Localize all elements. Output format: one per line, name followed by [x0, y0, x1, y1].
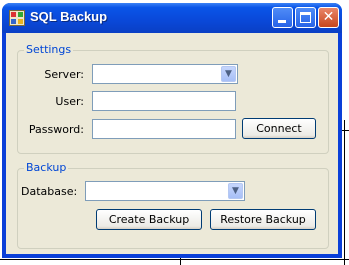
maximize-button[interactable] — [295, 7, 316, 28]
backup-group-title: Backup — [24, 161, 69, 174]
restore-backup-button[interactable]: Restore Backup — [210, 209, 316, 230]
database-combobox[interactable]: ▼ — [85, 181, 245, 201]
user-label: User: — [55, 95, 84, 108]
database-app-icon[interactable] — [9, 10, 25, 26]
create-backup-label: Create Backup — [108, 213, 190, 226]
close-button[interactable]: ✕ — [318, 7, 339, 28]
connect-button-label: Connect — [256, 122, 302, 135]
background-line — [344, 120, 345, 265]
chevron-down-icon: ▼ — [225, 69, 232, 79]
server-label: Server: — [44, 68, 84, 81]
create-backup-button[interactable]: Create Backup — [96, 209, 202, 230]
background-line — [0, 259, 349, 260]
password-input[interactable] — [92, 119, 236, 139]
title-bar[interactable]: SQL Backup ✕ — [2, 3, 342, 33]
minimize-button[interactable] — [272, 7, 293, 28]
user-input[interactable] — [92, 91, 236, 111]
app-window: SQL Backup ✕ Settings Server: ▼ User: Pa… — [2, 3, 342, 258]
password-label: Password: — [28, 123, 84, 136]
maximize-icon — [300, 12, 311, 23]
client-area: Settings Server: ▼ User: Password: Conne… — [6, 33, 338, 254]
background-line — [180, 258, 181, 265]
close-icon: ✕ — [322, 9, 335, 25]
chevron-down-icon: ▼ — [232, 186, 239, 196]
server-combobox[interactable]: ▼ — [92, 64, 238, 84]
database-dropdown-button[interactable]: ▼ — [228, 183, 243, 199]
settings-group-title: Settings — [24, 43, 74, 56]
server-dropdown-button[interactable]: ▼ — [221, 66, 236, 82]
database-label: Database: — [21, 185, 78, 198]
window-title: SQL Backup — [30, 9, 108, 24]
minimize-icon — [278, 20, 286, 23]
restore-backup-label: Restore Backup — [220, 213, 306, 226]
connect-button[interactable]: Connect — [242, 118, 316, 139]
